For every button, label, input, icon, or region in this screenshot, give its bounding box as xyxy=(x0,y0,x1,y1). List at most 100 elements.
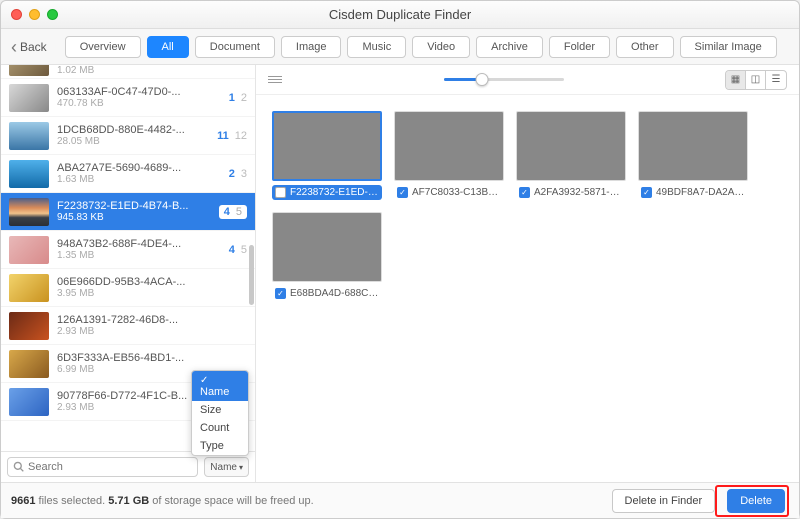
duplicate-group-row[interactable]: 1DCB68DD-880E-4482-...28.05 MB 1112 xyxy=(1,117,255,155)
slider-knob[interactable] xyxy=(475,73,488,86)
file-caption: A2FA3932-5871-4... xyxy=(516,185,626,200)
file-thumbnail[interactable] xyxy=(638,111,748,181)
tab-video[interactable]: Video xyxy=(412,36,470,58)
scrollbar-thumb[interactable] xyxy=(249,245,254,305)
tab-document[interactable]: Document xyxy=(195,36,275,58)
group-name: 6D3F333A-EB56-4BD1-... xyxy=(57,352,247,364)
group-size: 28.05 MB xyxy=(57,136,209,147)
file-tile[interactable]: F2238732-E1ED-4... xyxy=(272,111,382,200)
tab-overview[interactable]: Overview xyxy=(65,36,141,58)
titlebar: Cisdem Duplicate Finder xyxy=(1,1,799,29)
search-input[interactable] xyxy=(7,457,198,477)
duplicate-group-row[interactable]: 126A1391-7282-46D8-...2.93 MB xyxy=(1,307,255,345)
file-checkbox[interactable] xyxy=(641,187,652,198)
duplicate-group-row[interactable]: 1.02 MB xyxy=(1,65,255,79)
file-checkbox[interactable] xyxy=(397,187,408,198)
main-toolbar: ▦◫☰ xyxy=(256,65,799,95)
chevron-updown-icon: ▾ xyxy=(239,463,243,472)
group-name: F2238732-E1ED-4B74-B... xyxy=(57,200,211,212)
duplicate-group-row[interactable]: 063133AF-0C47-47D0-...470.78 KB12 xyxy=(1,79,255,117)
file-caption: 49BDF8A7-DA2A-... xyxy=(638,185,748,200)
category-tabs: Overview All Document ImageMusic Video Archiv… xyxy=(65,36,777,58)
tab-archive[interactable]: Archive xyxy=(476,36,543,58)
delete-button[interactable]: Delete xyxy=(727,489,785,513)
content-area: 1.02 MB063133AF-0C47-47D0-...470.78 KB12… xyxy=(1,65,799,482)
file-thumbnail[interactable] xyxy=(394,111,504,181)
file-thumbnail[interactable] xyxy=(272,212,382,282)
group-size: 1.63 MB xyxy=(57,174,221,185)
group-counts: 1112 xyxy=(217,130,247,142)
file-tile[interactable]: A2FA3932-5871-4... xyxy=(516,111,626,200)
group-thumbnail xyxy=(9,312,49,340)
tab-other[interactable]: Other xyxy=(616,36,674,58)
thumbnail-size-slider-wrap xyxy=(294,78,713,81)
view-mode-grid-small[interactable]: ◫ xyxy=(746,71,766,89)
group-size: 3.95 MB xyxy=(57,288,247,299)
search-area: Name▾ NameSizeCountType xyxy=(1,451,255,482)
view-mode-segmented: ▦◫☰ xyxy=(725,70,787,90)
group-thumbnail xyxy=(9,350,49,378)
group-name: ABA27A7E-5690-4689-... xyxy=(57,162,221,174)
group-thumbnail xyxy=(9,84,49,112)
file-caption: E68BDA4D-688C-... xyxy=(272,286,382,301)
group-thumbnail xyxy=(9,274,49,302)
back-button[interactable]: Back xyxy=(11,40,47,54)
duplicate-group-row[interactable]: ABA27A7E-5690-4689-...1.63 MB23 xyxy=(1,155,255,193)
app-window: Cisdem Duplicate Finder Back Overview All… xyxy=(0,0,800,519)
selected-count: 9661 xyxy=(11,495,35,507)
tab-image[interactable]: Image xyxy=(281,36,342,58)
group-size: 945.83 KB xyxy=(57,212,211,223)
list-options-icon[interactable] xyxy=(268,76,282,83)
window-title: Cisdem Duplicate Finder xyxy=(1,7,799,22)
tab-folder[interactable]: Folder xyxy=(549,36,610,58)
view-mode-grid-large[interactable]: ▦ xyxy=(726,71,746,89)
sidebar: 1.02 MB063133AF-0C47-47D0-...470.78 KB12… xyxy=(1,65,256,482)
group-name: 063133AF-0C47-47D0-... xyxy=(57,86,221,98)
file-checkbox[interactable] xyxy=(519,187,530,198)
file-caption: AF7C8033-C13B-4... xyxy=(394,185,504,200)
file-tile[interactable]: E68BDA4D-688C-... xyxy=(272,212,382,301)
group-thumbnail xyxy=(9,65,49,76)
duplicate-group-row[interactable]: 948A73B2-688F-4DE4-...1.35 MB45 xyxy=(1,231,255,269)
group-thumbnail xyxy=(9,388,49,416)
file-caption: F2238732-E1ED-4... xyxy=(272,185,382,200)
toolbar: Back Overview All Document ImageMusic Video A… xyxy=(1,29,799,65)
group-name: 126A1391-7282-46D8-... xyxy=(57,314,247,326)
group-name: 948A73B2-688F-4DE4-... xyxy=(57,238,221,250)
sort-button[interactable]: Name▾ xyxy=(204,457,249,477)
file-name: E68BDA4D-688C-... xyxy=(290,288,379,299)
duplicate-group-row[interactable]: F2238732-E1ED-4B74-B...945.83 KB 45 xyxy=(1,193,255,231)
file-tile[interactable]: 49BDF8A7-DA2A-... xyxy=(638,111,748,200)
thumbnail-grid: F2238732-E1ED-4... AF7C8033-C13B-4... A2FA… xyxy=(256,95,799,482)
file-name: 49BDF8A7-DA2A-... xyxy=(656,187,745,198)
view-mode-list[interactable]: ☰ xyxy=(766,71,786,89)
duplicate-group-row[interactable]: 06E966DD-95B3-4ACA-...3.95 MB xyxy=(1,269,255,307)
group-size: 2.93 MB xyxy=(57,326,247,337)
file-tile[interactable]: AF7C8033-C13B-4... xyxy=(394,111,504,200)
group-counts: 12 xyxy=(229,92,247,104)
delete-in-finder-button[interactable]: Delete in Finder xyxy=(612,489,716,513)
group-name: 06E966DD-95B3-4ACA-... xyxy=(57,276,247,288)
tab-music[interactable]: Music xyxy=(347,36,406,58)
tab-similar-image[interactable]: Similar Image xyxy=(680,36,777,58)
status-text: 9661 files selected. 5.71 GB of storage … xyxy=(11,495,604,507)
sort-option-count[interactable]: Count xyxy=(192,419,248,437)
file-name: F2238732-E1ED-4... xyxy=(290,187,379,198)
group-size: 1.35 MB xyxy=(57,250,221,261)
group-thumbnail xyxy=(9,236,49,264)
tab-all[interactable]: All xyxy=(147,36,189,58)
file-checkbox[interactable] xyxy=(275,187,286,198)
delete-highlight: Delete xyxy=(715,485,789,517)
sort-option-type[interactable]: Type xyxy=(192,437,248,455)
group-name: 1DCB68DD-880E-4482-... xyxy=(57,124,209,136)
file-thumbnail[interactable] xyxy=(516,111,626,181)
sort-option-name[interactable]: Name xyxy=(192,371,248,401)
file-checkbox[interactable] xyxy=(275,288,286,299)
main-panel: ▦◫☰ F2238732-E1ED-4... AF7C8033-C13B-4...… xyxy=(256,65,799,482)
thumbnail-size-slider[interactable] xyxy=(444,78,564,81)
file-thumbnail[interactable] xyxy=(272,111,382,181)
sort-option-size[interactable]: Size xyxy=(192,401,248,419)
group-counts: 45 xyxy=(219,205,247,219)
group-thumbnail xyxy=(9,160,49,188)
freed-size: 5.71 GB xyxy=(108,495,149,507)
